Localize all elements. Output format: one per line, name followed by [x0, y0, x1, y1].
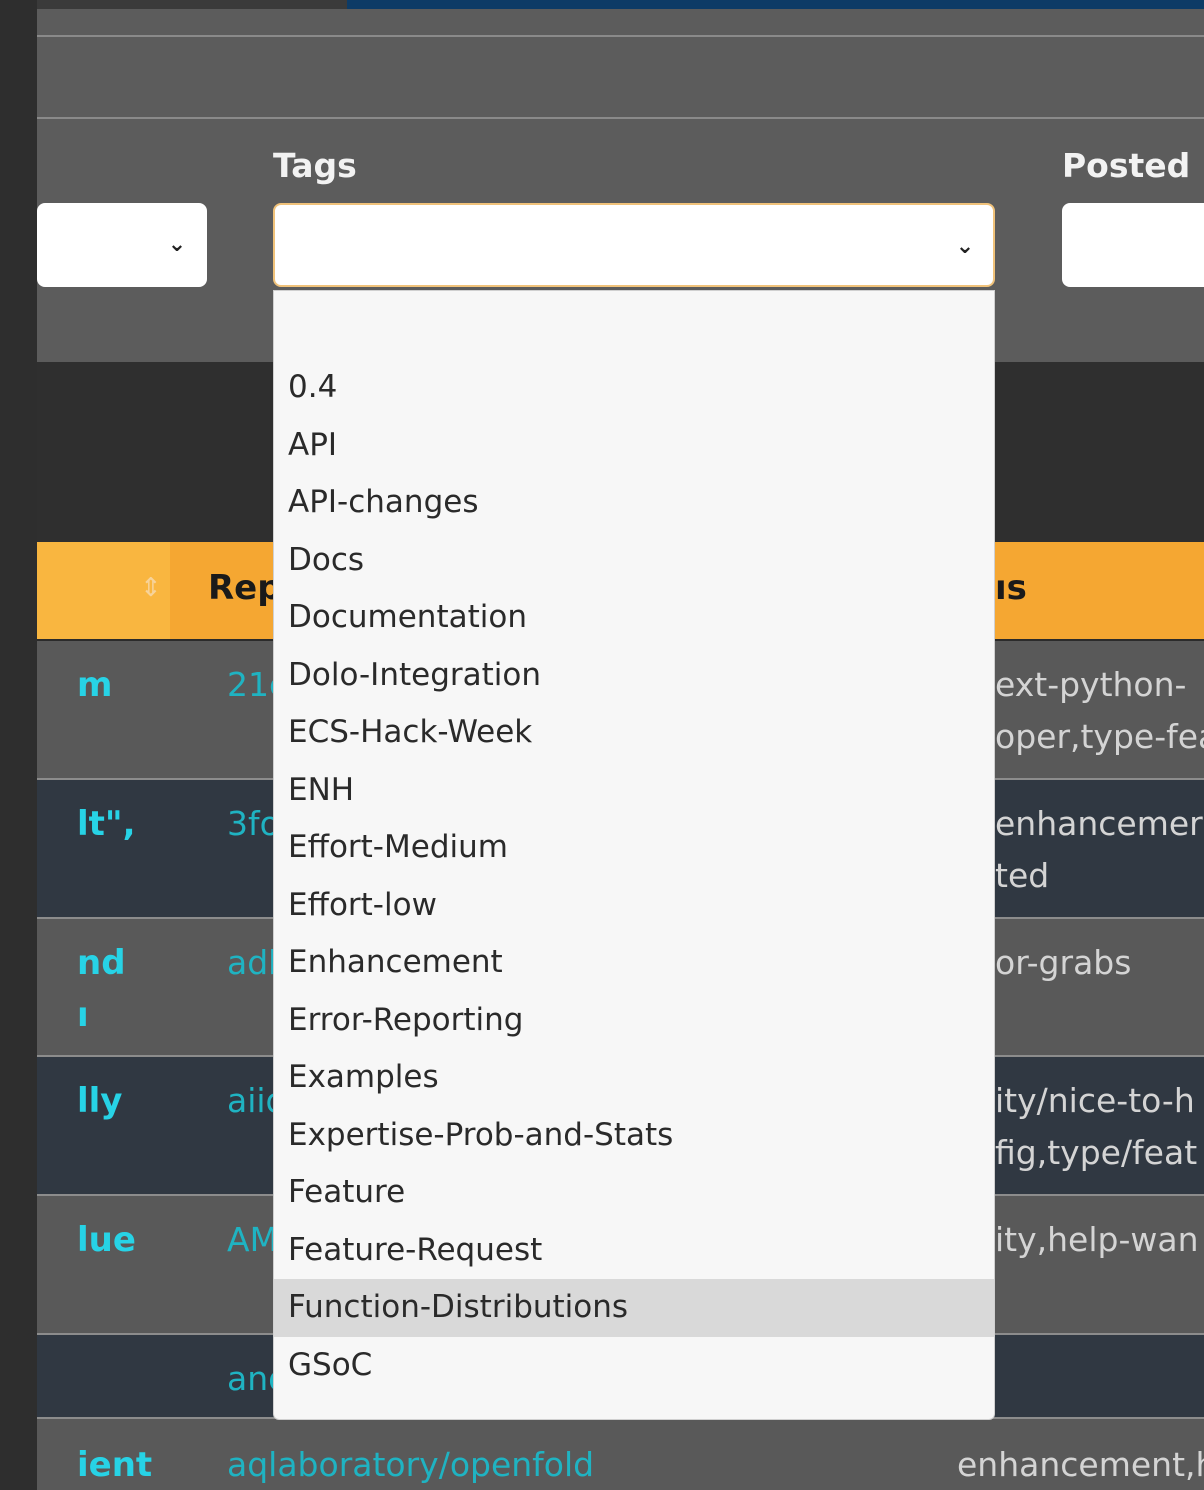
tags-cell: or-grabs — [995, 943, 1132, 982]
dropdown-option[interactable]: Expertise-Prob-and-Stats — [274, 1107, 994, 1165]
dropdown-option[interactable]: Docs — [274, 532, 994, 590]
issue-title-link[interactable]: ient — [77, 1445, 152, 1485]
chevron-down-icon: ⌄ — [167, 232, 187, 257]
left-rail — [0, 0, 37, 1490]
posted-label: Posted — [1062, 146, 1191, 185]
tags-cell: enhancement,he — [957, 1445, 1204, 1484]
dropdown-option[interactable]: API — [274, 417, 994, 475]
top-accent-bar — [347, 0, 1204, 9]
dropdown-option[interactable]: Feature — [274, 1164, 994, 1222]
dropdown-option[interactable]: Effort-Medium — [274, 819, 994, 877]
dropdown-option[interactable]: Dolo-Integration — [274, 647, 994, 705]
repo-column-header[interactable]: Rep — [208, 568, 282, 608]
dropdown-option[interactable]: Feature-Request — [274, 1222, 994, 1280]
table-row: ient aqlaboratory/openfold enhancement,h… — [37, 1419, 1204, 1490]
dropdown-option-highlighted[interactable]: Function-Distributions — [274, 1279, 994, 1337]
filter-select-left[interactable]: ⌄ — [37, 203, 207, 287]
issue-title-link[interactable]: lue — [77, 1220, 136, 1260]
dropdown-option-empty[interactable] — [274, 291, 994, 359]
divider — [37, 117, 1204, 119]
issue-title-link[interactable]: lt", — [77, 804, 136, 844]
tags-cell: ity,help-wan — [995, 1220, 1199, 1259]
dropdown-option[interactable]: Enhancement — [274, 934, 994, 992]
tags-cell: ext-python- — [995, 665, 1187, 704]
chevron-down-icon: ⌄ — [955, 234, 975, 259]
tags-label: Tags — [273, 146, 357, 185]
tags-cell: ted — [995, 856, 1050, 895]
tags-cell: oper,type-fea — [995, 717, 1204, 756]
repo-link[interactable]: aqlaboratory/openfold — [227, 1445, 594, 1484]
posted-select[interactable] — [1062, 203, 1204, 287]
tags-cell: ity/nice-to-h — [995, 1081, 1195, 1120]
dropdown-option[interactable]: Error-Reporting — [274, 992, 994, 1050]
issue-title-link[interactable]: lly — [77, 1081, 122, 1121]
divider — [37, 35, 1204, 37]
dropdown-option[interactable]: Examples — [274, 1049, 994, 1107]
sort-icon[interactable]: ⇕ — [140, 573, 162, 603]
dropdown-option[interactable]: 0.4 — [274, 359, 994, 417]
tags-cell: enhancemer — [995, 804, 1203, 843]
dropdown-option[interactable]: API-changes — [274, 474, 994, 532]
tags-select[interactable]: ⌄ — [273, 203, 995, 287]
issue-title-link[interactable]: ı — [77, 995, 89, 1035]
tags-cell: fig,type/feat — [995, 1133, 1198, 1172]
dropdown-option[interactable]: Documentation — [274, 589, 994, 647]
dropdown-option[interactable]: ECS-Hack-Week — [274, 704, 994, 762]
top-strip — [37, 0, 347, 9]
issue-title-link[interactable]: nd — [77, 943, 126, 983]
issue-title-link[interactable]: m — [77, 665, 112, 705]
dropdown-option[interactable]: GSoC — [274, 1337, 994, 1395]
dropdown-option[interactable]: Effort-low — [274, 877, 994, 935]
tags-column-header[interactable]: ıs — [995, 568, 1027, 608]
dropdown-option[interactable]: ENH — [274, 762, 994, 820]
tags-dropdown-list[interactable]: 0.4 API API-changes Docs Documentation D… — [273, 290, 995, 1420]
